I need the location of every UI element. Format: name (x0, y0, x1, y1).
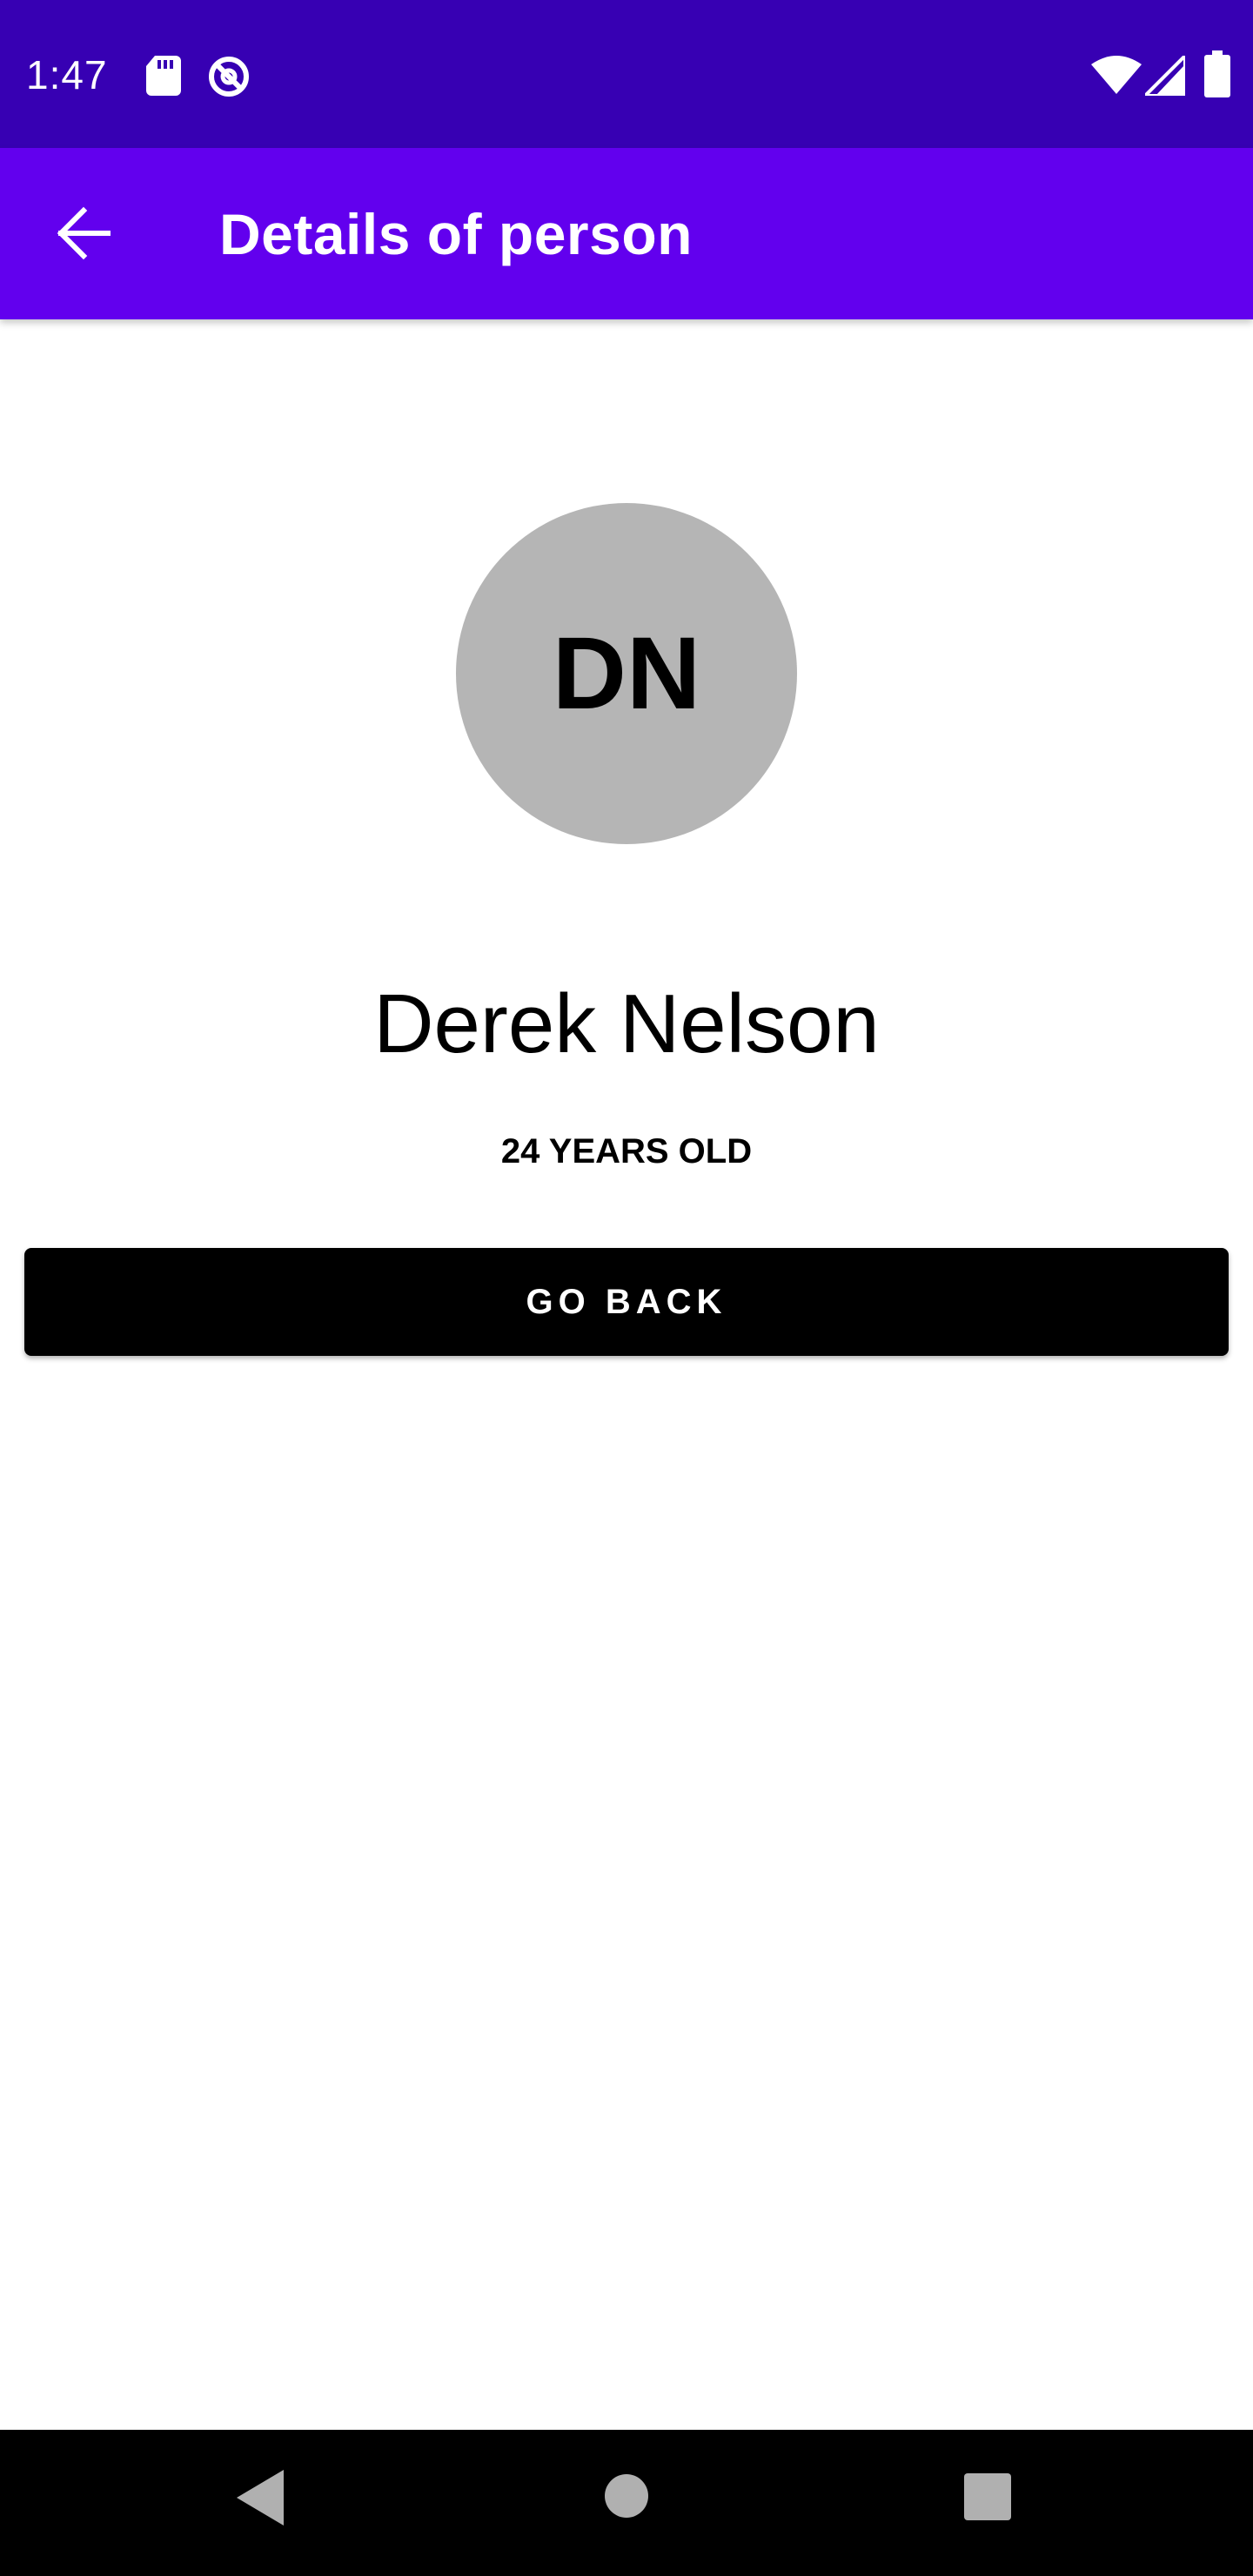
person-name: Derek Nelson (373, 977, 880, 1070)
go-back-label: GO BACK (526, 1282, 727, 1321)
sd-card-icon (146, 56, 181, 96)
status-time: 1:47 (26, 52, 108, 97)
navigation-bar (0, 2430, 1253, 2576)
avatar-initials: DN (552, 616, 701, 731)
nav-back-icon[interactable] (237, 2470, 284, 2526)
avatar: DN (456, 503, 797, 844)
arrow-back-icon[interactable] (56, 205, 111, 261)
go-back-button[interactable]: GO BACK (24, 1248, 1229, 1356)
screen: 1:47 Details of person DN Derek Nelson 2… (0, 0, 1253, 2576)
cell-signal-icon (1145, 56, 1185, 96)
person-age: 24 YEARS OLD (500, 1132, 753, 1171)
status-bar: 1:47 (0, 0, 1253, 148)
data-saver-icon (209, 57, 249, 97)
wifi-icon (1091, 56, 1142, 94)
nav-recents-icon[interactable] (964, 2473, 1011, 2520)
battery-icon (1204, 50, 1230, 97)
nav-home-icon[interactable] (604, 2473, 649, 2519)
page-title: Details of person (219, 202, 693, 266)
app-bar: Details of person (0, 148, 1253, 319)
